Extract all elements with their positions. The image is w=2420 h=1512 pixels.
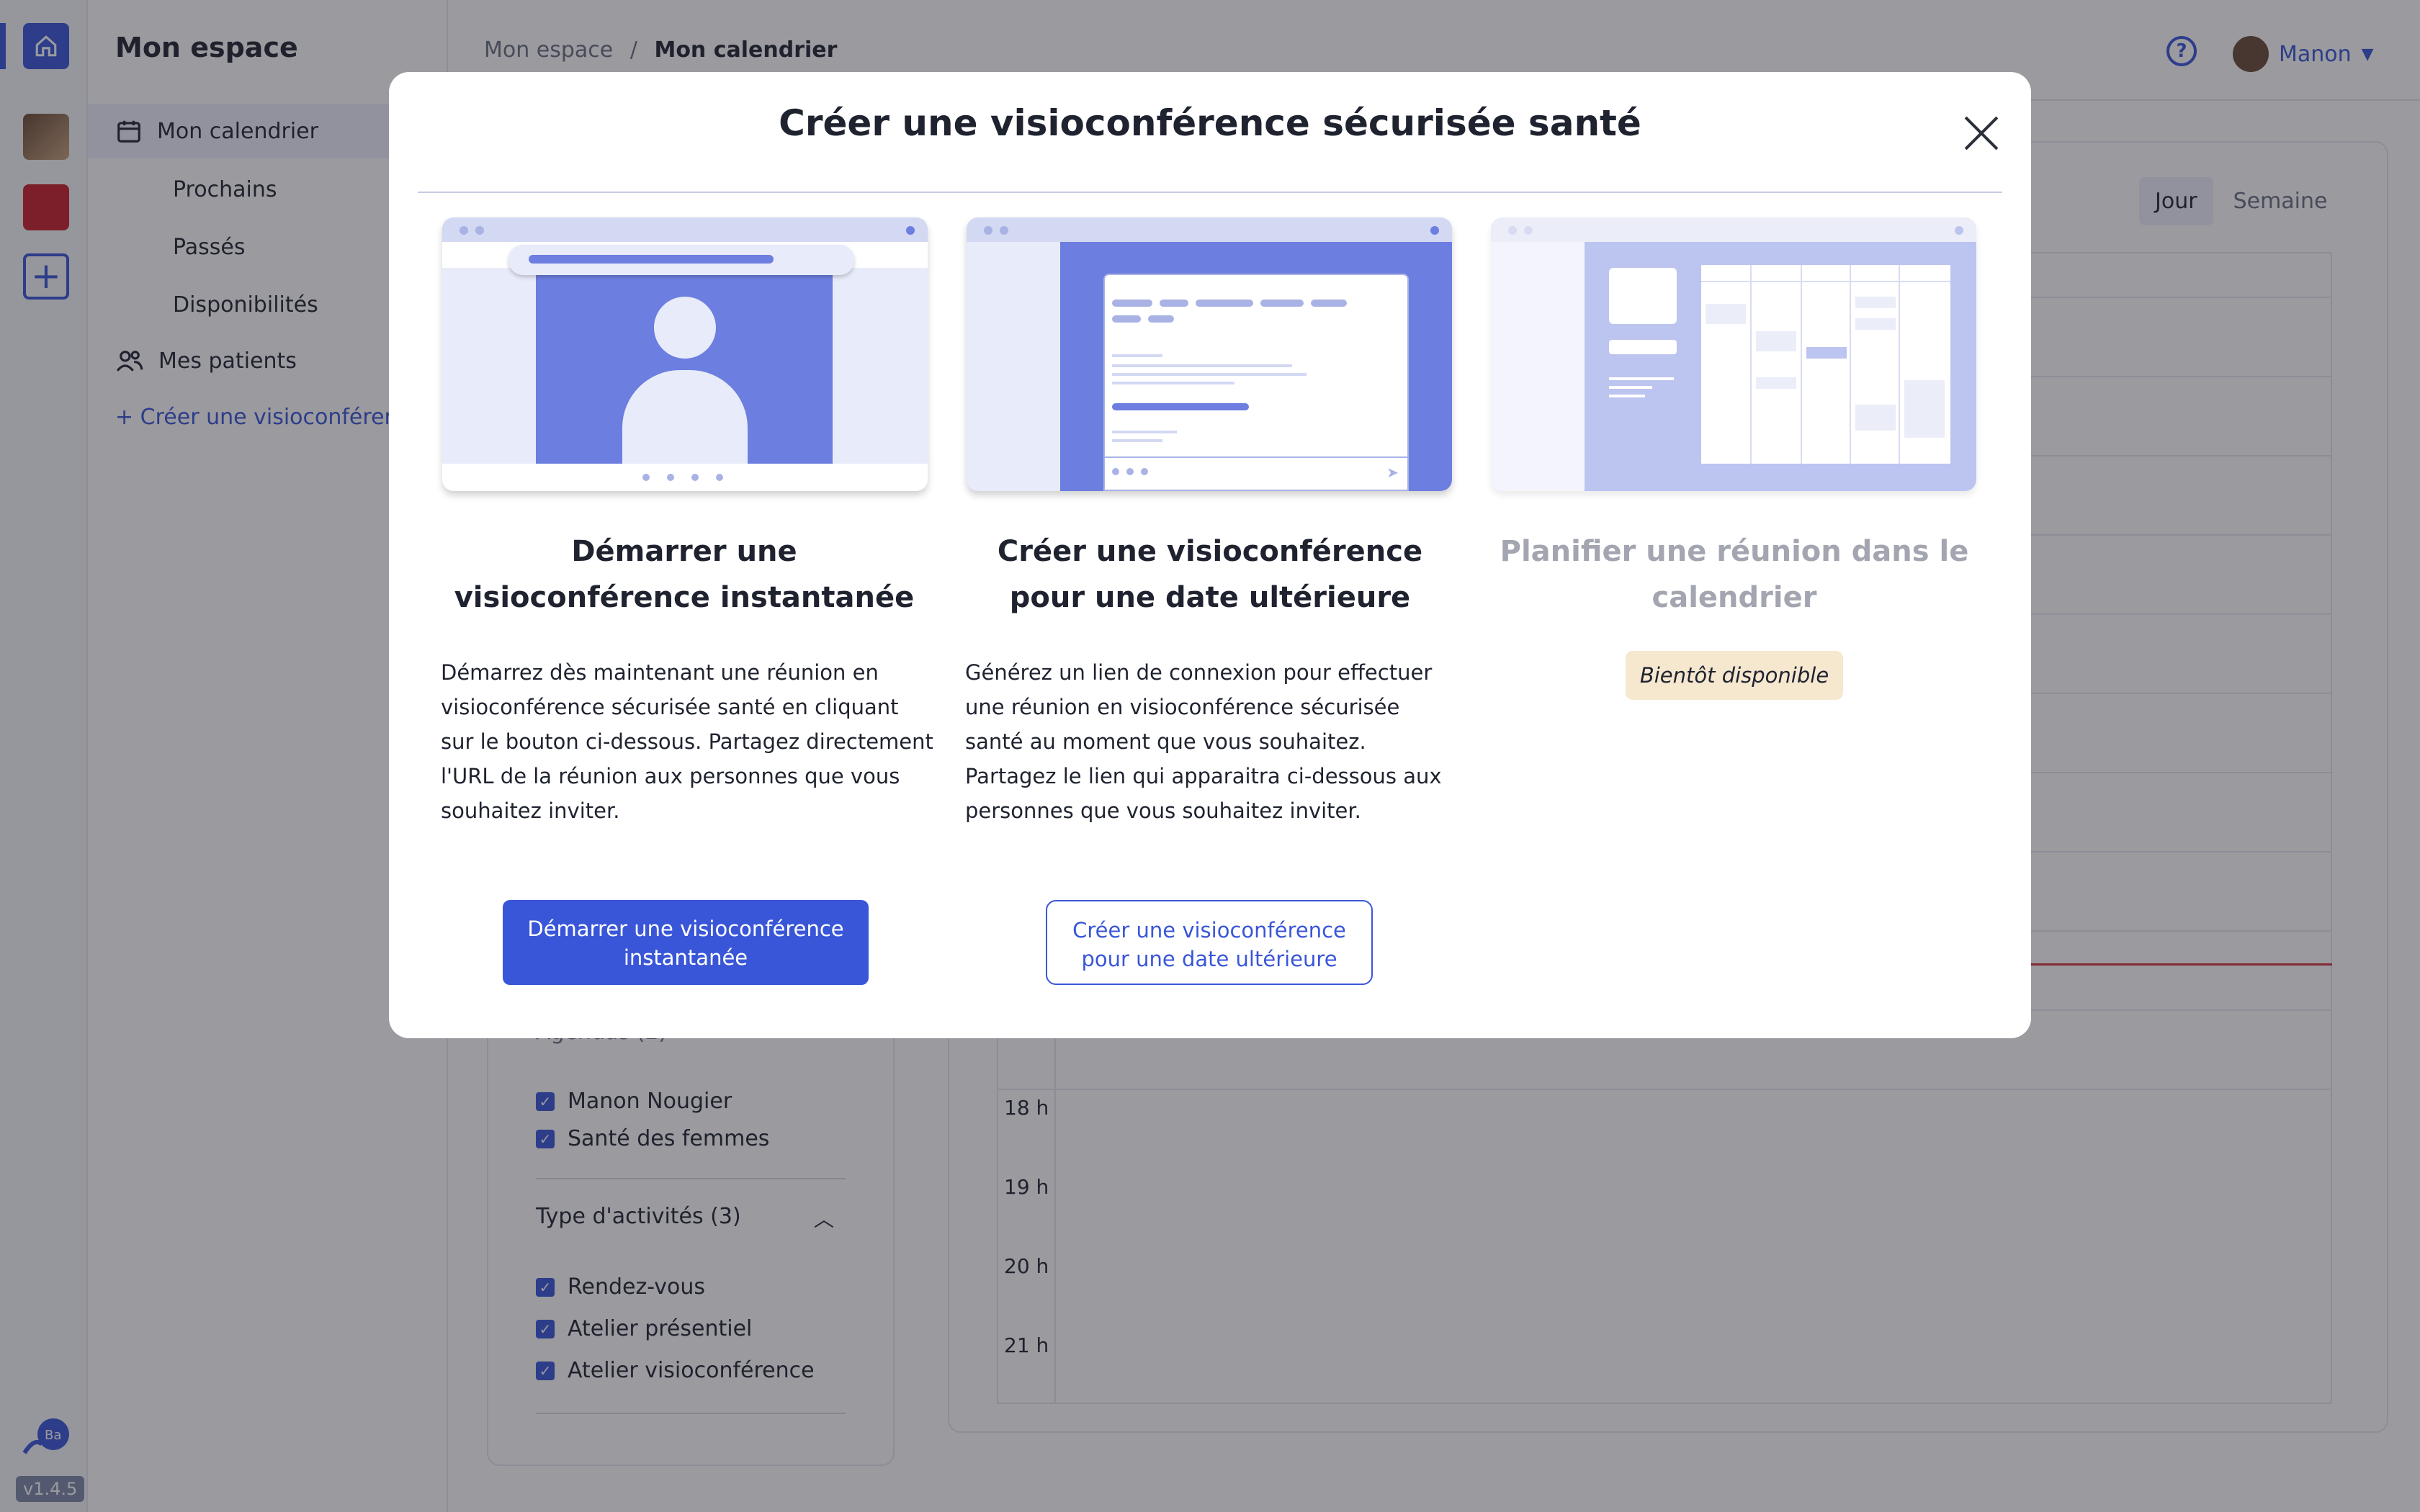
mini-field [1609, 340, 1677, 354]
tag-pill [1260, 300, 1304, 307]
text-line [1112, 354, 1162, 357]
instant-card-title: Démarrer une visioconférence instantanée [432, 528, 936, 621]
window-dot [1000, 226, 1008, 235]
button-label-line: pour une date ultérieure [1081, 947, 1337, 971]
text-line [1112, 373, 1307, 376]
window-bar [1491, 217, 1976, 242]
video-frame [536, 268, 833, 464]
create-later-visio-button[interactable]: Créer une visioconférence pour une date … [1046, 900, 1373, 985]
header-line [1701, 281, 1950, 282]
tag-pill [1311, 300, 1347, 307]
text-line [1112, 382, 1234, 384]
tag-pill [1196, 300, 1253, 307]
coming-soon-badge: Bientôt disponible [1626, 651, 1843, 700]
button-label-line: instantanée [623, 945, 748, 970]
title-line: calendrier [1652, 581, 1817, 614]
mini-card [1609, 268, 1677, 324]
text-line [1112, 364, 1292, 367]
text-line [1609, 395, 1645, 397]
window-bar [967, 217, 1452, 242]
email-window: ➤ [1103, 274, 1409, 491]
button-label-line: Créer une visioconférence [1072, 918, 1346, 942]
scheduled-card-title: Créer une visioconférence pour une date … [958, 528, 1462, 621]
tag-pill [1148, 315, 1174, 323]
create-visio-modal: Créer une visioconférence sécurisée sant… [389, 72, 2031, 1038]
link-line [1112, 403, 1249, 410]
window-dot [1508, 226, 1517, 235]
event-block [1904, 380, 1945, 438]
title-line: Démarrer une [571, 535, 797, 568]
scheduled-visio-illustration: ➤ [967, 217, 1452, 491]
calendar-card-title: Planifier une réunion dans le calendrier [1482, 528, 1986, 621]
url-line [529, 255, 774, 264]
person-body-icon [622, 370, 748, 464]
tag-pill [1112, 315, 1141, 323]
modal-title: Créer une visioconférence sécurisée sant… [779, 102, 1641, 144]
text-line [1609, 377, 1674, 380]
instant-card-description: Démarrez dès maintenant une réunion en v… [441, 660, 933, 823]
event-block [1756, 377, 1796, 389]
window-dot [460, 226, 468, 235]
window-dot [906, 226, 915, 235]
text-line [1609, 386, 1652, 389]
title-line: Planifier une réunion dans le [1500, 535, 1969, 568]
start-instant-visio-button[interactable]: Démarrer une visioconférence instantanée [503, 900, 869, 985]
control-dot [642, 474, 650, 481]
event-block [1855, 297, 1896, 308]
event-block [1806, 347, 1847, 359]
calendar-meeting-illustration [1491, 217, 1976, 491]
tag-pill [1160, 300, 1188, 307]
control-dot [1141, 468, 1148, 475]
footer-divider [1105, 456, 1407, 458]
event-block [1706, 304, 1746, 324]
send-icon: ➤ [1386, 464, 1399, 481]
window-dot [475, 226, 484, 235]
event-block [1855, 318, 1896, 330]
close-icon[interactable] [1963, 115, 1999, 151]
person-head-icon [654, 297, 716, 359]
button-label-line: Démarrer une visioconférence [527, 917, 844, 941]
column-line [1750, 265, 1752, 464]
control-dot [716, 474, 723, 481]
column-line [1801, 265, 1802, 464]
control-dot [1126, 468, 1134, 475]
tag-pill [1112, 300, 1152, 307]
window-bar [442, 217, 928, 242]
window-dot [1524, 226, 1533, 235]
window-dot [1955, 226, 1963, 235]
text-line [1112, 439, 1162, 442]
control-dot [667, 474, 674, 481]
title-line: pour une date ultérieure [1009, 581, 1411, 614]
control-dot [691, 474, 699, 481]
window-dot [984, 226, 992, 235]
controls-bar [442, 464, 928, 491]
column-line [1850, 265, 1851, 464]
instant-visio-illustration [442, 217, 928, 491]
title-line: Créer une visioconférence [997, 535, 1423, 568]
control-dot [1112, 468, 1119, 475]
modal-divider [418, 192, 2002, 193]
text-line [1112, 431, 1177, 433]
scheduled-card-description: Générez un lien de connexion pour effect… [965, 660, 1442, 823]
event-block [1855, 405, 1896, 431]
window-dot [1430, 226, 1439, 235]
title-line: visioconférence instantanée [454, 581, 915, 614]
column-line [1899, 265, 1900, 464]
mini-calendar [1701, 265, 1950, 464]
event-block [1756, 331, 1796, 351]
url-bar [508, 245, 854, 275]
